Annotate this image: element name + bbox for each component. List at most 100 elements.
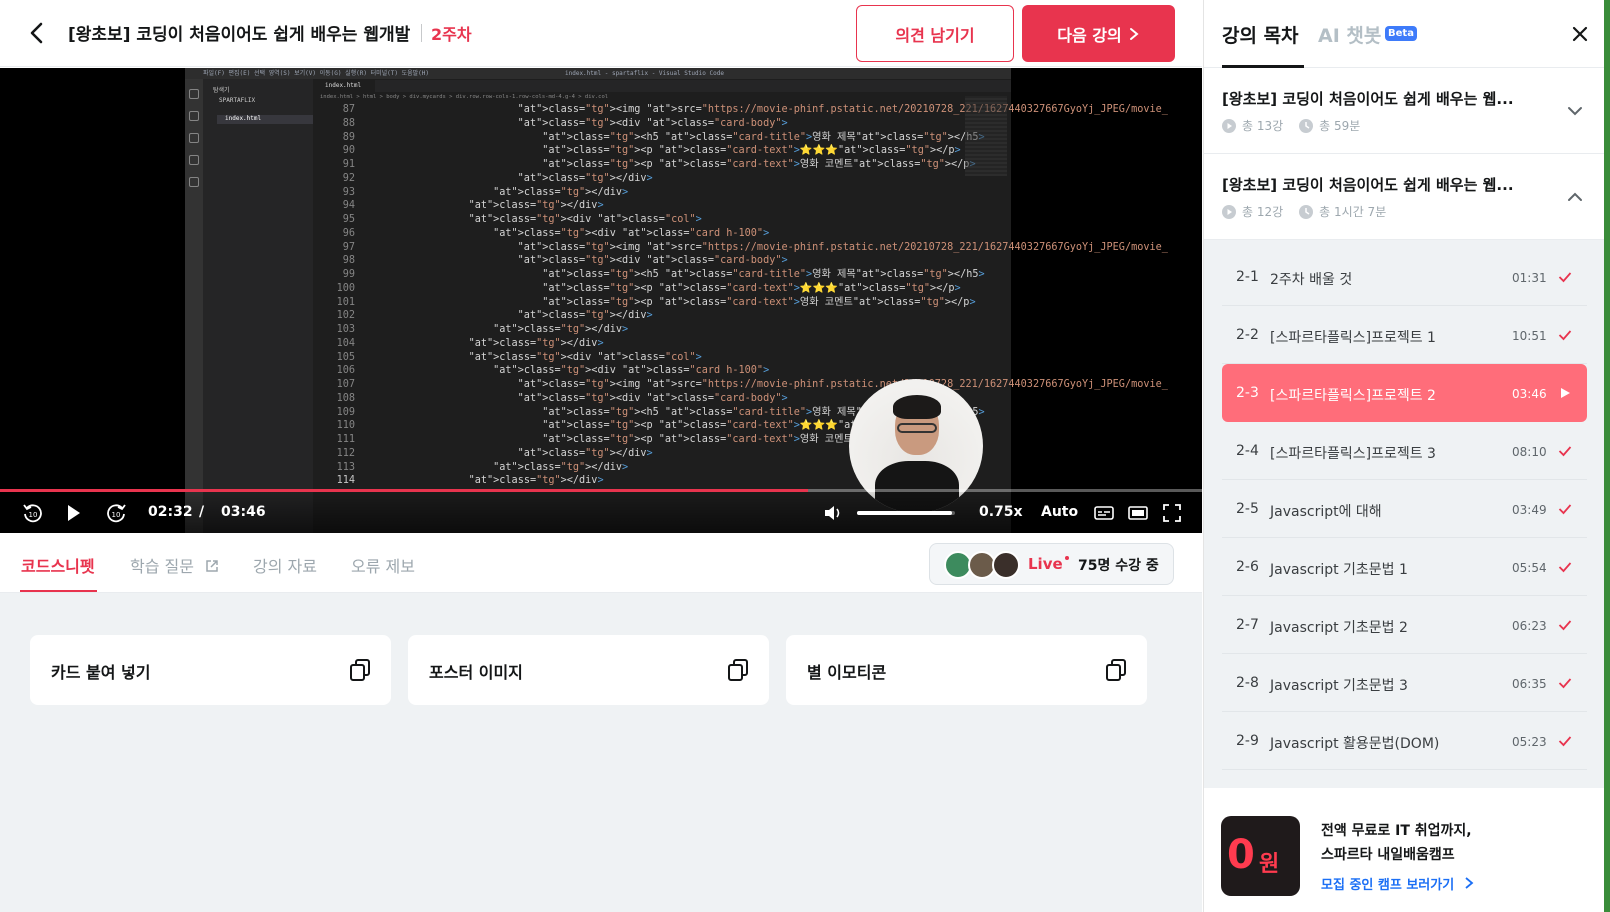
tab-materials[interactable]: 강의 자료 [253, 553, 317, 577]
line-code: "at">class="tg"><div "at">class="card-bo… [517, 392, 788, 404]
line-number: 102 [336, 310, 355, 322]
check-icon [1558, 272, 1572, 283]
code-line: 99 "at">class="tg"><h5 "at">class="card-… [315, 268, 995, 282]
line-number: 105 [336, 351, 355, 363]
live-dot [1065, 556, 1069, 560]
snippet-card[interactable]: 별 이모티콘 [786, 635, 1147, 705]
line-number: 108 [336, 392, 355, 404]
line-code: "at">class="tg"><div "at">class="col"> [468, 351, 702, 363]
subtitles-icon[interactable] [1093, 502, 1115, 524]
code-line: 106 "at">class="tg"><div "at">class="car… [315, 364, 995, 378]
code-line: 94 "at">class="tg"></div> [315, 199, 995, 213]
video-player[interactable]: 파일(F) 편집(E) 선택 영역(S) 보기(V) 이동(G) 실행(R) 터… [0, 68, 1202, 533]
check-icon [1558, 678, 1572, 689]
snippet-card[interactable]: 포스터 이미지 [408, 635, 769, 705]
explorer-file: index.html [225, 115, 262, 122]
lesson-number: 2-6 [1236, 559, 1259, 575]
chapter-lecture-count: 총 12강 [1242, 205, 1284, 219]
line-code: "at">class="tg"></div> [517, 447, 653, 459]
code-line: 101 "at">class="tg"><p "at">class="card-… [315, 296, 995, 310]
editor-menu-bar: 파일(F) 편집(E) 선택 영역(S) 보기(V) 이동(G) 실행(R) 터… [185, 68, 1011, 79]
chevron-up-icon [1568, 192, 1582, 201]
volume-icon[interactable] [822, 502, 844, 524]
tab-questions[interactable]: 학습 질문 [130, 553, 219, 577]
line-code: "at">class="tg"><p "at">class="card-text… [542, 145, 961, 157]
play-icon[interactable] [62, 502, 84, 524]
promo-banner[interactable]: 0 원 전액 무료로 IT 취업까지, 스파르타 내일배움캠프 모집 중인 캠프… [1204, 788, 1604, 912]
line-number: 99 [342, 269, 355, 280]
lesson-number: 2-3 [1236, 385, 1259, 401]
editor-breadcrumb: index.html > html > body > div.mycards >… [320, 94, 609, 100]
lesson-list: 2-1 2주차 배울 것 01:31 2-2 [스파르타플릭스]프로젝트 1 10:51 2… [1204, 240, 1604, 788]
chapter-header[interactable]: [왕초보] 코딩이 처음이어도 쉽게 배우는 웹... 총 13강 총 59분 [1204, 68, 1604, 154]
snippet-label: 포스터 이미지 [429, 663, 523, 682]
editor-minimap [965, 96, 1007, 176]
lesson-item[interactable]: 2-6 Javascript 기초문법 1 05:54 [1222, 538, 1587, 596]
total-time: 03:46 [221, 504, 266, 520]
week-label: 2주차 [431, 25, 472, 44]
lesson-item[interactable]: 2-9 Javascript 활용문법(DOM) 05:23 [1222, 712, 1587, 770]
tab-code-snippets[interactable]: 코드스니펫 [21, 553, 95, 577]
tab-table-of-contents[interactable]: 강의 목차 [1222, 21, 1299, 48]
lesson-title: [스파르타플릭스]프로젝트 3 [1270, 446, 1436, 462]
app-root: [왕초보] 코딩이 처음이어도 쉽게 배우는 웹개발 ... 2주차 의견 남기… [0, 0, 1610, 912]
lesson-duration: 05:54 [1512, 561, 1547, 575]
forward-10-icon[interactable]: 10 [105, 502, 127, 524]
lesson-item[interactable]: 2-1 2주차 배울 것 01:31 [1222, 248, 1587, 306]
tab-ai-chatbot[interactable]: AI 챗봇 [1318, 21, 1381, 48]
theater-mode-icon[interactable] [1127, 502, 1149, 524]
line-code: "at">class="tg"><div "at">class="card h-… [493, 365, 770, 377]
next-lecture-button[interactable]: 다음 강의 [1022, 5, 1175, 62]
quality-setting[interactable]: Auto [1041, 504, 1078, 520]
line-number: 96 [342, 227, 355, 239]
code-line: 91 "at">class="tg"><p "at">class="card-t… [315, 158, 995, 172]
line-code: "at">class="tg"><img "at">src="https://m… [517, 379, 1168, 390]
line-number: 87 [342, 104, 355, 115]
code-line: 93 "at">class="tg"></div> [315, 186, 995, 200]
snippets-area: 카드 붙여 넣기 포스터 이미지 별 이모티콘 [0, 593, 1202, 912]
copy-icon[interactable] [349, 658, 371, 682]
lesson-item[interactable]: 2-4 [스파르타플릭스]프로젝트 3 08:10 [1222, 422, 1587, 480]
line-code: "at">class="tg"><div "at">class="card-bo… [517, 117, 788, 129]
editor-tab: index.html [315, 80, 375, 92]
lesson-item[interactable]: 2-7 Javascript 기초문법 2 06:23 [1222, 596, 1587, 654]
check-icon [1558, 446, 1572, 457]
copy-icon[interactable] [727, 658, 749, 682]
rewind-10-icon[interactable]: 10 [22, 502, 44, 524]
lesson-duration: 05:23 [1512, 735, 1547, 749]
clock-icon [1299, 118, 1314, 133]
copy-icon[interactable] [1105, 658, 1127, 682]
editor-tabs: index.html [315, 80, 1011, 92]
code-line: 88 "at">class="tg"><div "at">class="card… [315, 117, 995, 131]
lesson-duration: 03:49 [1512, 503, 1547, 517]
promo-link[interactable]: 모집 중인 캠프 보러가기 [1321, 874, 1474, 893]
line-number: 93 [342, 186, 355, 198]
fullscreen-icon[interactable] [1161, 502, 1183, 524]
clock-icon [1299, 204, 1314, 219]
volume-slider[interactable] [857, 511, 955, 515]
lesson-item-current[interactable]: 2-3 [스파르타플릭스]프로젝트 2 03:46 [1222, 364, 1587, 422]
lesson-item[interactable]: 2-2 [스파르타플릭스]프로젝트 1 10:51 [1222, 306, 1587, 364]
line-code: "at">class="tg"></div> [493, 186, 629, 198]
svg-text:10: 10 [29, 511, 38, 519]
chevron-right-icon [1465, 877, 1474, 889]
line-code: "at">class="tg"></div> [468, 337, 604, 349]
course-title: [왕초보] 코딩이 처음이어도 쉽게 배우는 웹개발 ... [68, 25, 418, 45]
code-line: 90 "at">class="tg"><p "at">class="card-t… [315, 144, 995, 158]
line-number: 104 [336, 337, 355, 349]
window-edge [1604, 0, 1610, 912]
snippet-card[interactable]: 카드 붙여 넣기 [30, 635, 391, 705]
chapter-header[interactable]: [왕초보] 코딩이 처음이어도 쉽게 배우는 웹... 총 12강 총 1시간 … [1204, 154, 1604, 240]
tab-error-report[interactable]: 오류 제보 [351, 553, 415, 577]
check-icon [1558, 504, 1572, 515]
playback-speed[interactable]: 0.75x [979, 504, 1023, 520]
lesson-item[interactable]: 2-8 Javascript 기초문법 3 06:35 [1222, 654, 1587, 712]
line-code: "at">class="tg"><div "at">class="card-bo… [517, 255, 788, 267]
tab-questions-label: 학습 질문 [130, 557, 194, 576]
back-arrow-icon[interactable] [24, 20, 50, 46]
explorer-folder: SPARTAFLIX [219, 97, 256, 104]
lesson-item[interactable]: 2-5 Javascript에 대해 03:49 [1222, 480, 1587, 538]
close-icon[interactable] [1570, 24, 1590, 44]
line-number: 107 [336, 379, 355, 390]
feedback-button[interactable]: 의견 남기기 [856, 5, 1014, 62]
